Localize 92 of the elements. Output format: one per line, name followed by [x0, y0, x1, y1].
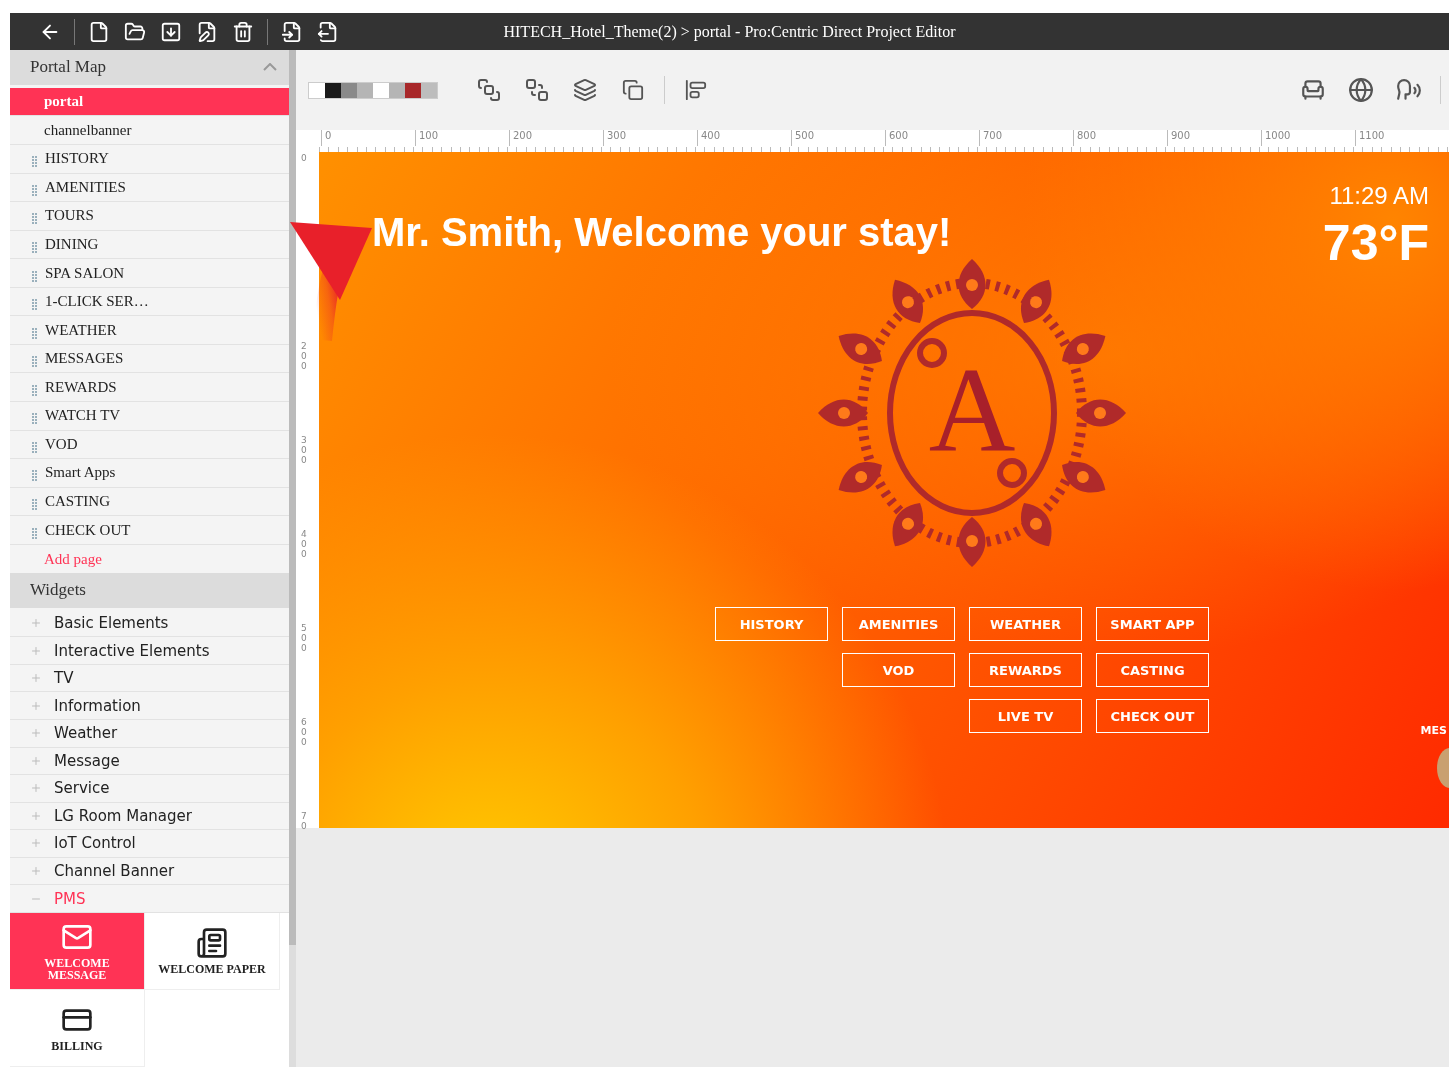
color-swatch[interactable]	[325, 82, 341, 98]
widget-group[interactable]: Basic Elements	[10, 609, 290, 638]
ruler-label: 700	[979, 130, 1073, 146]
send-to-back-icon	[525, 78, 549, 102]
drag-handle-icon[interactable]	[32, 327, 37, 339]
plus-icon	[30, 809, 42, 822]
drag-handle-icon[interactable]	[32, 356, 37, 368]
welcome-heading: Mr. Smith, Welcome your stay!	[372, 210, 952, 255]
ruler-label: 600	[301, 718, 308, 749]
collapse-icon[interactable]	[263, 63, 278, 72]
plus-icon	[30, 754, 42, 767]
ruler-label: 200	[509, 130, 603, 146]
ruler-label: 100	[415, 130, 509, 146]
bring-to-front-icon	[477, 78, 501, 102]
widget-group[interactable]: LG Room Manager	[10, 802, 290, 831]
widget-group[interactable]: Information	[10, 692, 290, 720]
plus-icon	[30, 782, 42, 795]
open-folder-icon	[124, 20, 146, 43]
save-edit-icon	[196, 20, 218, 43]
plus-icon	[30, 699, 42, 712]
ruler-label: 1100	[1355, 130, 1449, 146]
plus-icon	[30, 727, 42, 740]
plus-icon	[30, 837, 42, 850]
ruler-label: 70	[301, 812, 308, 833]
speaking-head-icon	[1396, 77, 1422, 103]
plus-icon	[30, 616, 42, 629]
widget-group[interactable]: TV	[10, 664, 290, 693]
drag-handle-icon[interactable]	[32, 441, 37, 453]
color-palette[interactable]	[308, 81, 438, 99]
paper-icon	[196, 926, 228, 959]
drag-handle-icon[interactable]	[32, 499, 37, 510]
drag-handle-icon[interactable]	[32, 413, 37, 425]
ruler-label: 200	[301, 342, 308, 373]
drag-handle-icon[interactable]	[32, 184, 37, 196]
globe-icon	[1348, 77, 1374, 103]
trash-icon	[232, 20, 254, 43]
emblem-letter: A	[928, 344, 1016, 477]
widget-tile[interactable]: BILLING	[10, 989, 145, 1067]
drag-handle-icon[interactable]	[32, 384, 37, 396]
armchair-icon	[1300, 77, 1326, 103]
ruler-label: 300	[603, 130, 697, 146]
color-swatch[interactable]	[389, 82, 405, 98]
color-swatch[interactable]	[405, 82, 421, 98]
widget-group[interactable]: Message	[10, 747, 290, 776]
widget-group[interactable]: Interactive Elements	[10, 637, 290, 665]
ruler-label: 500	[301, 624, 308, 655]
drag-handle-icon[interactable]	[32, 527, 37, 539]
drag-handle-icon[interactable]	[32, 213, 37, 225]
ruler-label: 0	[301, 154, 308, 165]
color-swatch[interactable]	[421, 82, 437, 98]
ruler-label: 800	[1073, 130, 1167, 146]
color-swatch[interactable]	[373, 82, 389, 98]
widgets-header: Widgets	[10, 572, 290, 608]
clock-time: 11:29 AM	[1328, 182, 1429, 210]
window-title: HITECH_Hotel_Theme(2) > portal - Pro:Centric Direct Project Editor	[503, 22, 956, 41]
plus-icon	[30, 672, 42, 685]
plus-icon	[30, 644, 42, 657]
portal-map-header[interactable]: Portal Map	[10, 50, 290, 85]
widget-group[interactable]: Weather	[10, 719, 290, 748]
drag-handle-icon[interactable]	[32, 241, 37, 253]
align-left-icon	[685, 79, 707, 101]
copy-icon	[622, 79, 644, 101]
widget-group[interactable]: Service	[10, 775, 290, 803]
drag-handle-icon[interactable]	[32, 156, 37, 168]
drag-handle-icon[interactable]	[32, 470, 37, 482]
ruler-label: 1000	[1261, 130, 1355, 146]
ruler-label: 500	[791, 130, 885, 146]
ruler-label: 900	[1167, 130, 1261, 146]
drag-handle-icon[interactable]	[32, 270, 37, 282]
import-icon	[281, 20, 303, 43]
plus-icon	[30, 865, 42, 878]
drag-handle-icon[interactable]	[32, 299, 37, 311]
ruler-label: 0	[321, 130, 415, 146]
ruler-label: 300	[301, 436, 308, 467]
cut-label: MES	[1420, 724, 1447, 737]
ruler-label: 400	[301, 530, 308, 561]
ruler-label: 400	[697, 130, 791, 146]
download-icon	[160, 20, 182, 43]
ruler-label: 600	[885, 130, 979, 146]
color-swatch[interactable]	[341, 82, 357, 98]
scrollbar-thumb[interactable]	[289, 50, 296, 945]
page-item[interactable]: portal	[10, 87, 290, 117]
temperature: 73°F	[1322, 214, 1429, 272]
widget-group[interactable]: Channel Banner	[10, 857, 290, 886]
widget-tile[interactable]: WELCOME PAPER	[145, 912, 280, 990]
widget-group[interactable]: IoT Control	[10, 830, 290, 858]
new-file-icon	[88, 20, 110, 43]
widget-tile[interactable]: WELCOME MESSAGE	[10, 912, 145, 990]
color-swatch[interactable]	[309, 82, 325, 98]
color-swatch[interactable]	[357, 82, 373, 98]
export-icon	[317, 20, 339, 43]
layers-icon	[573, 78, 597, 102]
